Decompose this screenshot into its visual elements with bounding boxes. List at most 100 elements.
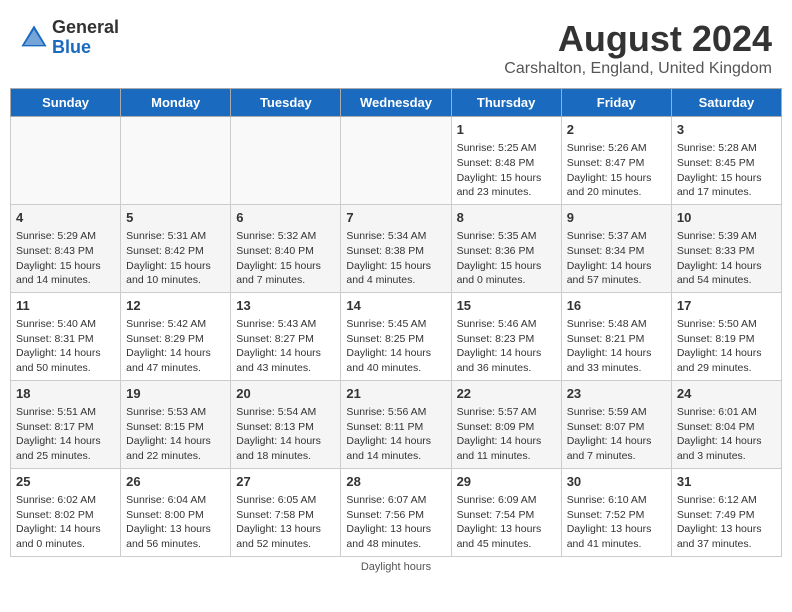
day-number: 2 — [567, 121, 666, 139]
calendar-cell: 7Sunrise: 5:34 AM Sunset: 8:38 PM Daylig… — [341, 204, 451, 292]
day-info: Sunrise: 5:35 AM Sunset: 8:36 PM Dayligh… — [457, 229, 556, 288]
day-number: 26 — [126, 473, 225, 491]
day-info: Sunrise: 5:25 AM Sunset: 8:48 PM Dayligh… — [457, 141, 556, 200]
calendar-cell: 25 Sunrise: 6:02 AM Sunset: 8:02 PM Dayli… — [11, 468, 121, 556]
logo-text: General Blue — [52, 18, 119, 58]
col-header-tuesday: Tuesday — [231, 89, 341, 117]
calendar-cell: 14 Sunrise: 5:45 AM Sunset: 8:25 PM Dayli… — [341, 292, 451, 380]
calendar-cell: 18Sunrise: 5:51 AM Sunset: 8:17 PM Dayli… — [11, 380, 121, 468]
calendar-cell: 3 Sunrise: 5:28 AM Sunset: 8:45 PM Daylig… — [671, 117, 781, 205]
day-info: Sunrise: 5:45 AM Sunset: 8:25 PM Dayligh… — [346, 317, 445, 376]
week-row-4: 25 Sunrise: 6:02 AM Sunset: 8:02 PM Dayli… — [11, 468, 782, 556]
header-row: SundayMondayTuesdayWednesdayThursdayFrid… — [11, 89, 782, 117]
day-number: 22 — [457, 385, 556, 403]
day-info: Sunrise: 5:50 AM Sunset: 8:19 PM Dayligh… — [677, 317, 776, 376]
calendar-cell: 30 Sunrise: 6:10 AM Sunset: 7:52 PM Dayli… — [561, 468, 671, 556]
day-number: 11 — [16, 297, 115, 315]
day-info: Sunrise: 5:42 AM Sunset: 8:29 PM Dayligh… — [126, 317, 225, 376]
day-number: 23 — [567, 385, 666, 403]
calendar-cell: 27 Sunrise: 6:05 AM Sunset: 7:58 PM Dayli… — [231, 468, 341, 556]
calendar-cell: 1 Sunrise: 5:25 AM Sunset: 8:48 PM Daylig… — [451, 117, 561, 205]
day-info: Sunrise: 5:48 AM Sunset: 8:21 PM Dayligh… — [567, 317, 666, 376]
day-number: 31 — [677, 473, 776, 491]
day-number: 24 — [677, 385, 776, 403]
day-info: Sunrise: 5:39 AM Sunset: 8:33 PM Dayligh… — [677, 229, 776, 288]
calendar-cell: 28Sunrise: 6:07 AM Sunset: 7:56 PM Dayli… — [341, 468, 451, 556]
day-info: Sunrise: 6:04 AM Sunset: 8:00 PM Dayligh… — [126, 493, 225, 552]
calendar-cell: 9Sunrise: 5:37 AM Sunset: 8:34 PM Daylig… — [561, 204, 671, 292]
footer: Daylight hours — [10, 561, 782, 573]
calendar-cell: 5Sunrise: 5:31 AM Sunset: 8:42 PM Daylig… — [121, 204, 231, 292]
day-info: Sunrise: 6:05 AM Sunset: 7:58 PM Dayligh… — [236, 493, 335, 552]
calendar-cell: 26 Sunrise: 6:04 AM Sunset: 8:00 PM Dayli… — [121, 468, 231, 556]
calendar-cell: 23 Sunrise: 5:59 AM Sunset: 8:07 PM Dayli… — [561, 380, 671, 468]
logo-blue: Blue — [52, 38, 119, 58]
calendar-cell — [231, 117, 341, 205]
col-header-saturday: Saturday — [671, 89, 781, 117]
day-number: 15 — [457, 297, 556, 315]
logo-icon — [20, 24, 48, 52]
day-info: Sunrise: 5:59 AM Sunset: 8:07 PM Dayligh… — [567, 405, 666, 464]
day-info: Sunrise: 5:46 AM Sunset: 8:23 PM Dayligh… — [457, 317, 556, 376]
day-info: Sunrise: 6:10 AM Sunset: 7:52 PM Dayligh… — [567, 493, 666, 552]
calendar-cell: 11 Sunrise: 5:40 AM Sunset: 8:31 PM Dayli… — [11, 292, 121, 380]
col-header-sunday: Sunday — [11, 89, 121, 117]
day-info: Sunrise: 5:31 AM Sunset: 8:42 PM Dayligh… — [126, 229, 225, 288]
week-row-3: 18Sunrise: 5:51 AM Sunset: 8:17 PM Dayli… — [11, 380, 782, 468]
calendar-cell: 8 Sunrise: 5:35 AM Sunset: 8:36 PM Daylig… — [451, 204, 561, 292]
calendar-cell: 22 Sunrise: 5:57 AM Sunset: 8:09 PM Dayli… — [451, 380, 561, 468]
day-info: Sunrise: 5:53 AM Sunset: 8:15 PM Dayligh… — [126, 405, 225, 464]
day-number: 21 — [346, 385, 445, 403]
calendar-cell: 13Sunrise: 5:43 AM Sunset: 8:27 PM Dayli… — [231, 292, 341, 380]
day-number: 16 — [567, 297, 666, 315]
calendar-cell: 6 Sunrise: 5:32 AM Sunset: 8:40 PM Daylig… — [231, 204, 341, 292]
calendar-cell: 20 Sunrise: 5:54 AM Sunset: 8:13 PM Dayli… — [231, 380, 341, 468]
day-info: Sunrise: 5:40 AM Sunset: 8:31 PM Dayligh… — [16, 317, 115, 376]
title-area: August 2024 Carshalton, England, United … — [504, 18, 772, 78]
calendar-cell: 24Sunrise: 6:01 AM Sunset: 8:04 PM Dayli… — [671, 380, 781, 468]
day-info: Sunrise: 5:37 AM Sunset: 8:34 PM Dayligh… — [567, 229, 666, 288]
day-info: Sunrise: 5:26 AM Sunset: 8:47 PM Dayligh… — [567, 141, 666, 200]
day-number: 14 — [346, 297, 445, 315]
calendar-header: SundayMondayTuesdayWednesdayThursdayFrid… — [11, 89, 782, 117]
logo-general: General — [52, 18, 119, 38]
calendar-table: SundayMondayTuesdayWednesdayThursdayFrid… — [10, 88, 782, 557]
day-number: 10 — [677, 209, 776, 227]
day-number: 6 — [236, 209, 335, 227]
location: Carshalton, England, United Kingdom — [504, 60, 772, 78]
day-info: Sunrise: 5:32 AM Sunset: 8:40 PM Dayligh… — [236, 229, 335, 288]
day-info: Sunrise: 6:02 AM Sunset: 8:02 PM Dayligh… — [16, 493, 115, 552]
logo: General Blue — [20, 18, 119, 58]
day-info: Sunrise: 5:56 AM Sunset: 8:11 PM Dayligh… — [346, 405, 445, 464]
day-number: 28 — [346, 473, 445, 491]
day-info: Sunrise: 5:54 AM Sunset: 8:13 PM Dayligh… — [236, 405, 335, 464]
day-number: 30 — [567, 473, 666, 491]
week-row-2: 11 Sunrise: 5:40 AM Sunset: 8:31 PM Dayli… — [11, 292, 782, 380]
calendar-cell: 31Sunrise: 6:12 AM Sunset: 7:49 PM Dayli… — [671, 468, 781, 556]
day-info: Sunrise: 5:43 AM Sunset: 8:27 PM Dayligh… — [236, 317, 335, 376]
calendar-cell — [121, 117, 231, 205]
day-number: 8 — [457, 209, 556, 227]
footer-text: Daylight hours — [361, 561, 431, 573]
day-number: 19 — [126, 385, 225, 403]
calendar-cell: 2 Sunrise: 5:26 AM Sunset: 8:47 PM Daylig… — [561, 117, 671, 205]
calendar-cell: 15 Sunrise: 5:46 AM Sunset: 8:23 PM Dayli… — [451, 292, 561, 380]
day-number: 4 — [16, 209, 115, 227]
calendar-cell: 19 Sunrise: 5:53 AM Sunset: 8:15 PM Dayli… — [121, 380, 231, 468]
col-header-friday: Friday — [561, 89, 671, 117]
day-number: 29 — [457, 473, 556, 491]
day-number: 3 — [677, 121, 776, 139]
day-info: Sunrise: 6:09 AM Sunset: 7:54 PM Dayligh… — [457, 493, 556, 552]
calendar-cell: 21 Sunrise: 5:56 AM Sunset: 8:11 PM Dayli… — [341, 380, 451, 468]
day-info: Sunrise: 5:28 AM Sunset: 8:45 PM Dayligh… — [677, 141, 776, 200]
day-number: 1 — [457, 121, 556, 139]
day-number: 25 — [16, 473, 115, 491]
day-number: 12 — [126, 297, 225, 315]
day-number: 20 — [236, 385, 335, 403]
day-info: Sunrise: 5:57 AM Sunset: 8:09 PM Dayligh… — [457, 405, 556, 464]
calendar-cell — [11, 117, 121, 205]
day-number: 7 — [346, 209, 445, 227]
day-number: 27 — [236, 473, 335, 491]
day-info: Sunrise: 5:51 AM Sunset: 8:17 PM Dayligh… — [16, 405, 115, 464]
week-row-1: 4Sunrise: 5:29 AM Sunset: 8:43 PM Daylig… — [11, 204, 782, 292]
